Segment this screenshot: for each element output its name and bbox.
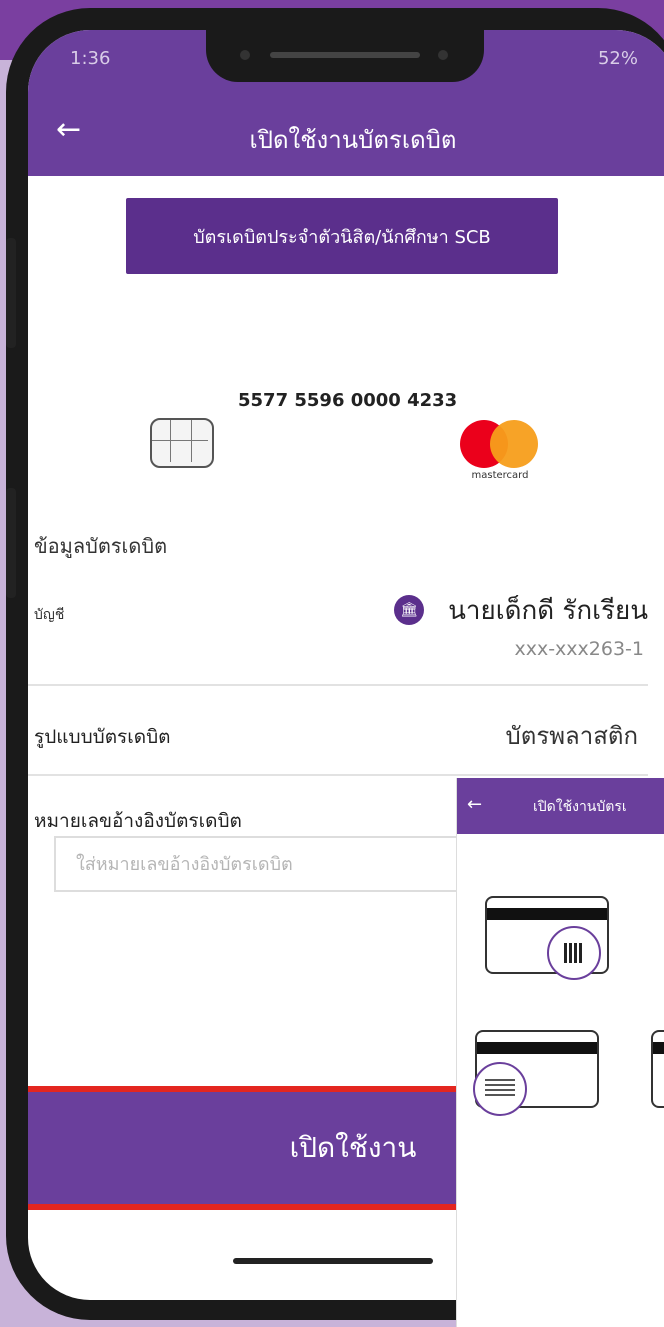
mini-header: ← เปิดใช้งานบัตรเ (457, 778, 664, 834)
qr-code-icon (547, 926, 601, 980)
divider (28, 774, 648, 776)
divider (28, 684, 648, 686)
account-label: บัญชี (34, 607, 65, 623)
card-back-illustration (651, 1030, 664, 1108)
bank-icon: 🏛 (394, 595, 424, 625)
camera-dot (240, 50, 250, 60)
card-number: 5577 5596 0000 4233 (238, 390, 458, 411)
card-type-value: บัตรพลาสติก (505, 722, 638, 750)
magnetic-stripe (653, 1042, 664, 1054)
page-title: เปิดใช้งานบัตรเดบิต (249, 126, 457, 154)
app-header: ← เปิดใช้งานบัตรเดบิต (28, 92, 664, 176)
magnetic-stripe (487, 908, 607, 920)
mini-back-arrow-icon: ← (467, 794, 483, 815)
speaker-grille (270, 52, 420, 58)
volume-button (6, 238, 16, 348)
card-product-banner: บัตรเดบิตประจำตัวนิสิต/นักศึกษา SCB (126, 198, 558, 274)
card-type-label: รูปแบบบัตรเดบิต (34, 726, 171, 748)
status-battery: 52% (597, 48, 638, 69)
account-number: xxx-xxx263-1 (514, 638, 644, 660)
sensor-dot (438, 50, 448, 60)
camera-notch (206, 30, 484, 82)
magnetic-stripe (477, 1042, 597, 1054)
mini-screen-overlay: ← เปิดใช้งานบัตรเ (456, 778, 664, 1327)
power-button (6, 488, 16, 598)
mastercard-logo: mastercard (460, 420, 540, 486)
card-back-illustration (473, 1030, 599, 1116)
account-name: นายเด็กดี รักเรียน (448, 596, 648, 626)
status-time: 1:36 (70, 48, 111, 69)
reference-text-icon (473, 1062, 527, 1116)
chip-icon (150, 418, 214, 468)
section-title: ข้อมูลบัตรเดบิต (34, 534, 168, 558)
highlight-box (28, 1086, 480, 1210)
ref-number-label: หมายเลขอ้างอิงบัตรเดบิต (34, 810, 242, 832)
mini-title: เปิดใช้งานบัตรเ (533, 799, 627, 815)
home-indicator (233, 1258, 433, 1264)
mastercard-wordmark: mastercard (471, 470, 529, 481)
mastercard-orange-circle (490, 420, 538, 468)
card-back-illustration (485, 896, 609, 980)
